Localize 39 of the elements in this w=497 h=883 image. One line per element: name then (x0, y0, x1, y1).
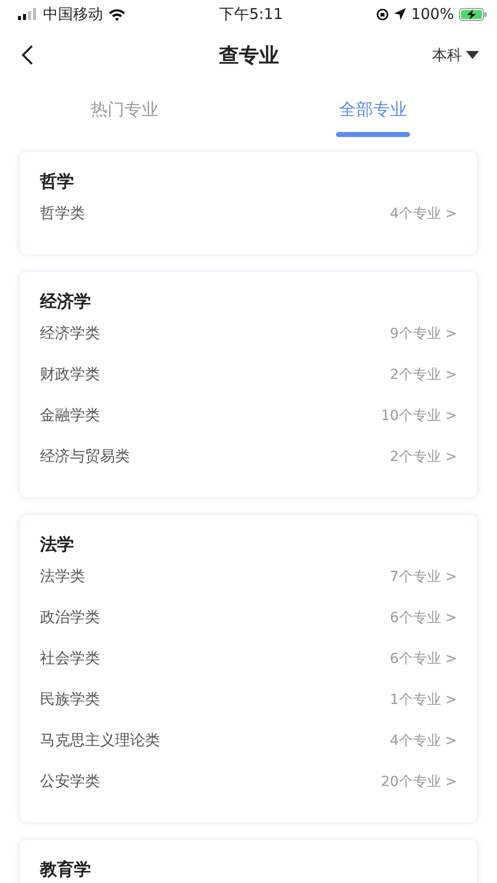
major-count-link[interactable]: 6个专业 > (390, 650, 457, 668)
caret-icon (466, 51, 479, 59)
major-count-link[interactable]: 6个专业 > (390, 608, 457, 626)
major-count-link[interactable]: 2个专业 > (390, 366, 457, 384)
category-title: 经济学 (40, 292, 91, 313)
subcategory-link[interactable]: 财政学类 (40, 365, 100, 384)
major-count-link[interactable]: 7个专业 > (390, 568, 457, 586)
major-count-link[interactable]: 9个专业 > (390, 324, 457, 342)
status-time: 下午5:11 (219, 4, 283, 24)
category-title: 法学 (40, 535, 74, 556)
major-count-link[interactable]: 10个专业 > (381, 406, 457, 424)
category-title: 教育学 (40, 860, 91, 881)
subcategory-link[interactable]: 政治学类 (40, 608, 100, 627)
signal-icon (18, 8, 38, 20)
major-count-link[interactable]: 20个专业 > (381, 772, 457, 790)
subcategory-link[interactable]: 民族学类 (40, 690, 100, 709)
battery-percent: 100% (411, 5, 454, 23)
wifi-icon (108, 8, 126, 20)
subcategory-link[interactable]: 法学类 (40, 567, 85, 586)
carrier-name: 中国移动 (43, 4, 103, 24)
subcategory-link[interactable]: 金融学类 (40, 406, 100, 425)
major-count-link[interactable]: 4个专业 > (390, 732, 457, 750)
rotation-lock-icon (376, 8, 390, 20)
major-count-link[interactable]: 2个专业 > (390, 448, 457, 466)
major-count-link[interactable]: 4个专业 > (390, 204, 457, 222)
tab[interactable]: 全部专业 (248, 82, 497, 145)
page-title: 查专业 (219, 42, 279, 68)
battery-charging-icon (458, 8, 487, 20)
subcategory-link[interactable]: 社会学类 (40, 649, 100, 668)
subcategory-link[interactable]: 公安学类 (40, 772, 100, 791)
subcategory-link[interactable]: 哲学类 (40, 204, 85, 223)
category-title: 哲学 (40, 172, 74, 193)
tab[interactable]: 热门专业 (0, 82, 248, 145)
subcategory-link[interactable]: 经济与贸易类 (40, 447, 130, 466)
location-arrow-icon (394, 8, 406, 20)
subcategory-link[interactable]: 经济学类 (40, 324, 100, 343)
subcategory-link[interactable]: 马克思主义理论类 (40, 731, 160, 750)
major-count-link[interactable]: 1个专业 > (390, 690, 457, 708)
level-dropdown[interactable]: 本科 (432, 46, 479, 64)
